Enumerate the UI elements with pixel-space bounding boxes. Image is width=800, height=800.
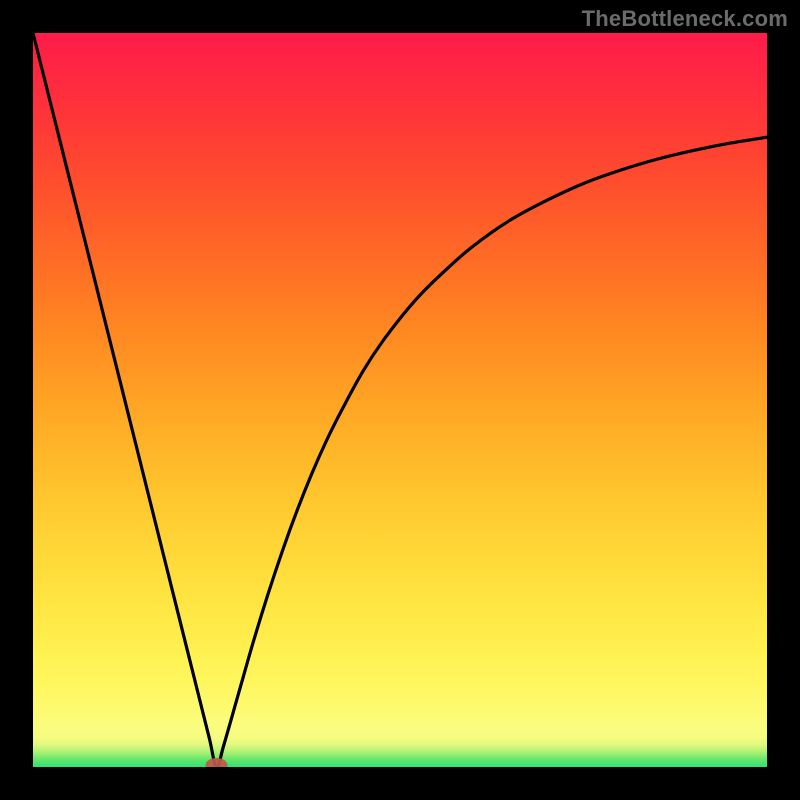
chart-frame: TheBottleneck.com xyxy=(0,0,800,800)
minimum-marker xyxy=(206,758,228,767)
bottleneck-curve xyxy=(33,33,767,767)
chart-plot-area xyxy=(33,33,767,767)
chart-overlay-svg xyxy=(33,33,767,767)
watermark-text: TheBottleneck.com xyxy=(582,6,788,32)
